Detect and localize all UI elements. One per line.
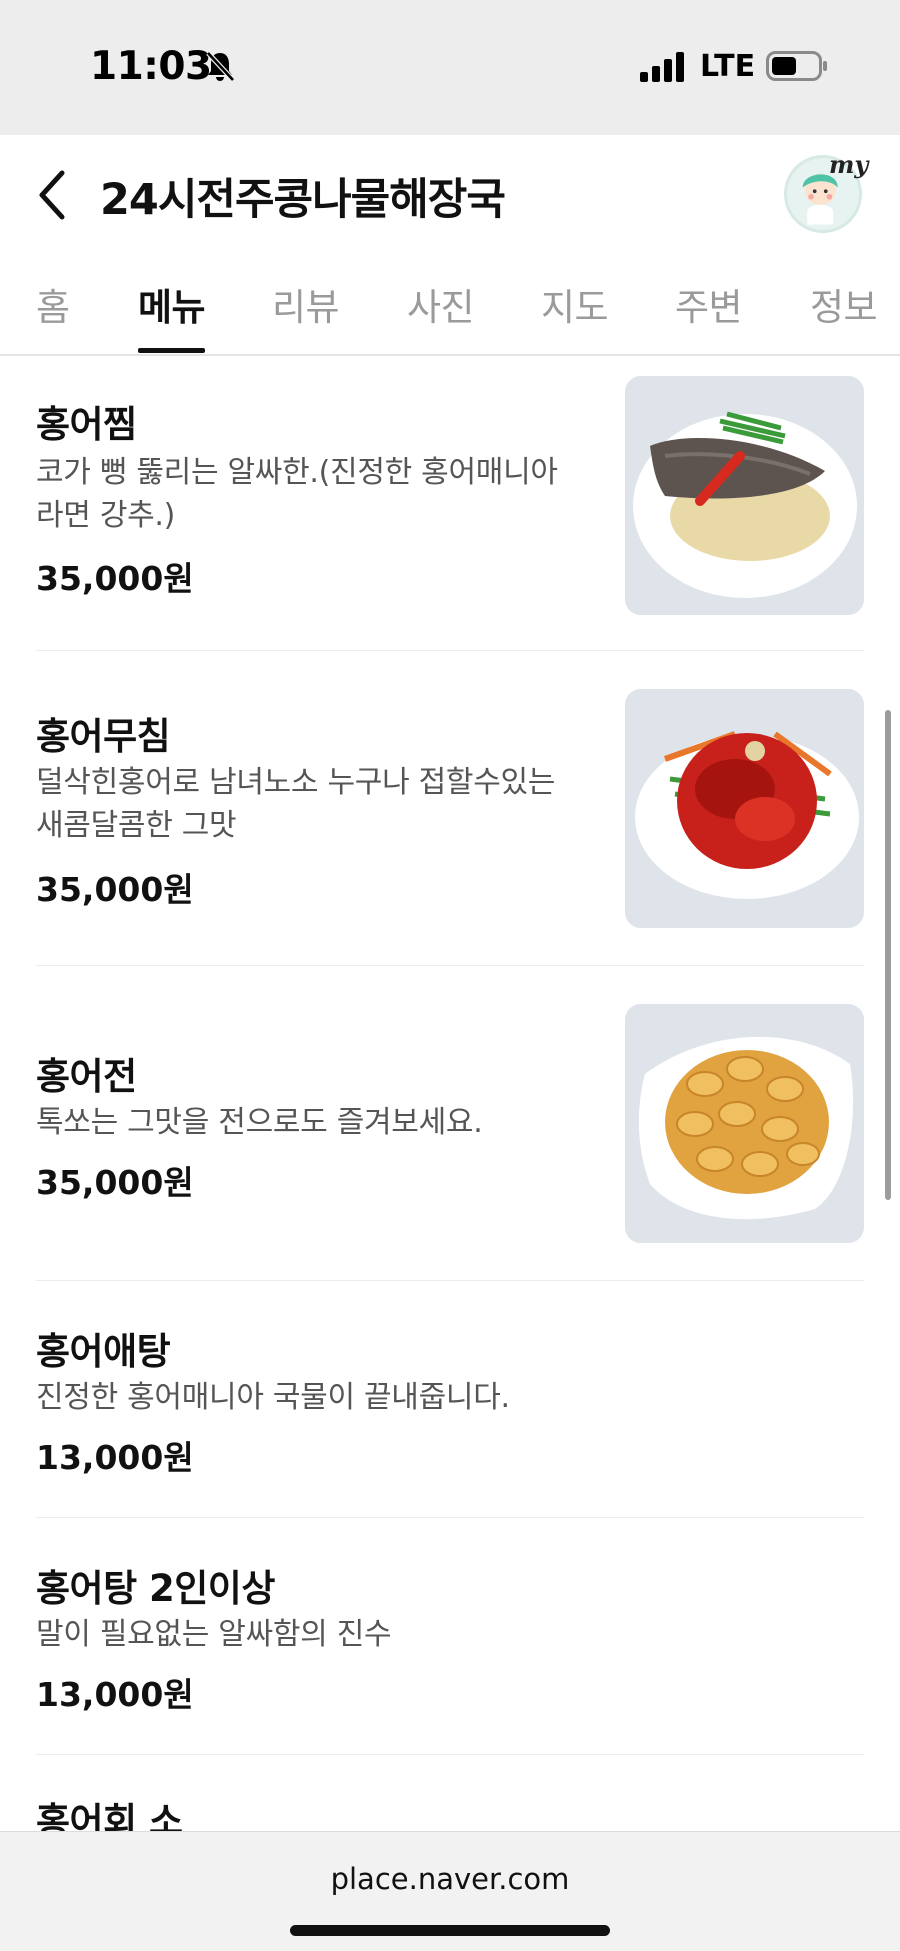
spicy-skate-salad-photo bbox=[625, 689, 864, 928]
home-indicator[interactable] bbox=[290, 1925, 610, 1936]
menu-item[interactable]: 홍어무침 덜삭힌홍어로 남녀노소 누구나 접할수있는 새콤달콤한 그맛 35,0… bbox=[36, 651, 864, 966]
page-header: 24시전주콩나물해장국 my bbox=[0, 135, 900, 253]
menu-item-photo[interactable] bbox=[625, 689, 864, 928]
menu-item-name: 홍어찜 bbox=[36, 403, 137, 446]
menu-item-photo[interactable] bbox=[625, 1004, 864, 1243]
menu-item-price: 13,000원 bbox=[36, 1675, 194, 1714]
menu-item-name: 홍어무침 bbox=[36, 715, 171, 758]
menu-item[interactable]: 홍어찜 코가 뻥 뚫리는 알싸한.(진정한 홍어매니아 라면 강추.) 35,0… bbox=[36, 356, 864, 651]
steamed-skate-photo bbox=[625, 376, 864, 615]
menu-list: 홍어찜 코가 뻥 뚫리는 알싸한.(진정한 홍어매니아 라면 강추.) 35,0… bbox=[0, 356, 900, 1831]
avatar[interactable]: my bbox=[784, 150, 868, 233]
tab-info[interactable]: 정보 bbox=[810, 277, 878, 331]
menu-item-description-line: 진정한 홍어매니아 국물이 끝내줍니다. bbox=[36, 1380, 510, 1415]
menu-item-description-line: 라면 강추.) bbox=[36, 498, 176, 533]
menu-item-description: 진정한 홍어매니아 국물이 끝내줍니다. bbox=[36, 1376, 596, 1419]
menu-item-description: 덜삭힌홍어로 남녀노소 누구나 접할수있는 새콤달콤한 그맛 bbox=[36, 761, 596, 847]
tab-home[interactable]: 홈 bbox=[36, 277, 70, 331]
back-icon[interactable] bbox=[32, 167, 72, 223]
skate-pancake-photo bbox=[625, 1004, 864, 1243]
active-tab-indicator bbox=[138, 348, 205, 353]
menu-item-description: 톡쏘는 그맛을 전으로도 즐겨보세요. bbox=[36, 1101, 596, 1144]
tab-menu[interactable]: 메뉴 bbox=[138, 277, 206, 331]
page-title: 24시전주콩나물해장국 bbox=[100, 175, 506, 225]
tab-bar: 홈 메뉴 리뷰 사진 지도 주변 정보 bbox=[0, 253, 900, 356]
menu-item[interactable]: 홍어애탕 진정한 홍어매니아 국물이 끝내줍니다. 13,000원 bbox=[36, 1281, 864, 1518]
menu-item-description: 코가 뻥 뚫리는 알싸한.(진정한 홍어매니아 라면 강추.) bbox=[36, 451, 596, 537]
menu-item-price: 35,000원 bbox=[36, 1163, 194, 1202]
menu-item-name: 홍어애탕 bbox=[36, 1330, 171, 1373]
battery-icon bbox=[766, 51, 827, 81]
menu-item-description-line: 코가 뻥 뚫리는 알싸한.(진정한 홍어매니아 bbox=[36, 455, 558, 490]
menu-item-name: 홍어회 소 bbox=[36, 1800, 183, 1831]
menu-item[interactable]: 홍어회 소 bbox=[36, 1755, 864, 1831]
menu-item-description-line: 새콤달콤한 그맛 bbox=[36, 808, 237, 843]
menu-item-description-line: 덜삭힌홍어로 남녀노소 누구나 접할수있는 bbox=[36, 765, 556, 800]
avatar-badge: my bbox=[829, 150, 869, 179]
status-time: 11:03 bbox=[90, 44, 212, 89]
tab-nearby[interactable]: 주변 bbox=[675, 277, 743, 331]
bell-slash-icon bbox=[206, 51, 235, 82]
menu-item-description-line: 톡쏘는 그맛을 전으로도 즐겨보세요. bbox=[36, 1105, 483, 1140]
menu-item-price: 35,000원 bbox=[36, 559, 194, 598]
menu-item-price: 13,000원 bbox=[36, 1438, 194, 1477]
menu-item[interactable]: 홍어전 톡쏘는 그맛을 전으로도 즐겨보세요. 35,000원 bbox=[36, 966, 864, 1281]
tab-reviews[interactable]: 리뷰 bbox=[272, 277, 340, 331]
menu-item-name: 홍어탕 2인이상 bbox=[36, 1567, 275, 1610]
tab-map[interactable]: 지도 bbox=[541, 277, 609, 331]
menu-item-description: 말이 필요없는 알싸함의 진수 bbox=[36, 1613, 596, 1656]
network-label: LTE bbox=[700, 49, 756, 84]
menu-item-name: 홍어전 bbox=[36, 1055, 137, 1098]
browser-bottom-bar: place.naver.com bbox=[0, 1831, 900, 1951]
menu-item-photo[interactable] bbox=[625, 376, 864, 615]
signal-icon bbox=[640, 52, 684, 82]
menu-item-price: 35,000원 bbox=[36, 870, 194, 909]
scrollbar[interactable] bbox=[885, 710, 891, 1200]
status-bar: 11:03 LTE bbox=[0, 0, 900, 135]
url-label[interactable]: place.naver.com bbox=[0, 1862, 900, 1896]
menu-item-description-line: 말이 필요없는 알싸함의 진수 bbox=[36, 1617, 392, 1652]
menu-item[interactable]: 홍어탕 2인이상 말이 필요없는 알싸함의 진수 13,000원 bbox=[36, 1518, 864, 1755]
tab-photos[interactable]: 사진 bbox=[407, 277, 475, 331]
